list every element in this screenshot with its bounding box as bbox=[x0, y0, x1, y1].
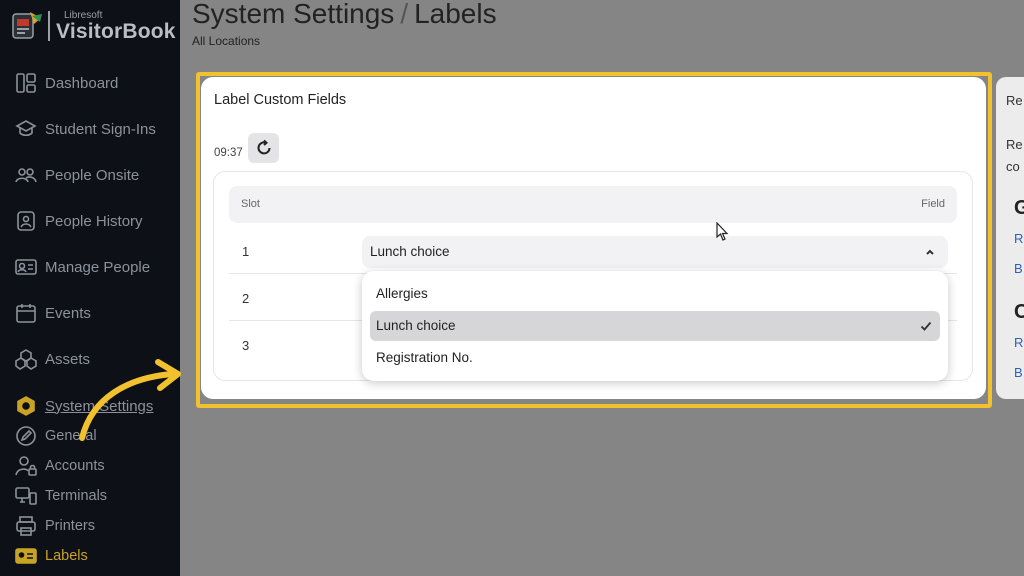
sidebar-item-label: Manage People bbox=[45, 258, 151, 276]
sidebar-item-label: Labels bbox=[45, 548, 88, 564]
right-panel-link[interactable]: R bbox=[1014, 231, 1023, 246]
sidebar-item-dashboard[interactable]: Dashboard bbox=[14, 72, 118, 94]
brand-company: Libresoft bbox=[64, 9, 103, 21]
sidebar-item-label: People Onsite bbox=[45, 166, 140, 184]
breadcrumb-labels: Labels bbox=[414, 0, 497, 29]
dashboard-icon bbox=[14, 72, 38, 94]
sidebar-item-label: People History bbox=[45, 212, 143, 230]
mouse-cursor-icon bbox=[716, 222, 729, 241]
history-icon bbox=[14, 210, 38, 232]
sidebar-item-student-sign-ins[interactable]: Student Sign-Ins bbox=[14, 118, 156, 140]
highlight-frame bbox=[196, 72, 992, 408]
id-card-icon bbox=[14, 256, 38, 278]
right-panel-heading: G bbox=[1014, 197, 1024, 219]
graduation-cap-icon bbox=[14, 118, 38, 140]
label-icon bbox=[14, 545, 38, 567]
user-lock-icon bbox=[14, 455, 38, 477]
calendar-icon bbox=[14, 302, 38, 324]
sidebar-item-terminals[interactable]: Terminals bbox=[14, 485, 107, 507]
brand-logo[interactable]: Libresoft VisitorBook bbox=[10, 6, 176, 46]
brand-divider bbox=[48, 11, 50, 41]
cubes-icon bbox=[14, 348, 38, 370]
right-panel-link[interactable]: B bbox=[1014, 261, 1023, 276]
page-title: System Settings / Labels bbox=[192, 0, 497, 30]
sidebar-item-people-onsite[interactable]: People Onsite bbox=[14, 164, 139, 186]
right-panel: Re Re co G R B C R B bbox=[996, 77, 1024, 399]
sidebar-item-label: Dashboard bbox=[45, 74, 119, 92]
sidebar-item-people-history[interactable]: People History bbox=[14, 210, 143, 232]
sidebar: Libresoft VisitorBook Dashboard Student … bbox=[0, 0, 180, 576]
sidebar-item-label: Student Sign-Ins bbox=[45, 120, 156, 138]
hexagon-icon bbox=[14, 395, 38, 417]
sidebar-item-labels[interactable]: Labels bbox=[14, 545, 88, 567]
right-panel-text: Re bbox=[1006, 137, 1023, 152]
right-panel-text: co bbox=[1006, 159, 1020, 174]
right-panel-heading: C bbox=[1014, 301, 1024, 323]
sidebar-item-accounts[interactable]: Accounts bbox=[14, 455, 105, 477]
terminal-icon bbox=[14, 485, 38, 507]
sidebar-item-events[interactable]: Events bbox=[14, 302, 91, 324]
right-panel-link[interactable]: B bbox=[1014, 365, 1023, 380]
annotation-arrow-icon bbox=[79, 359, 181, 441]
visitorbook-logo-icon bbox=[12, 12, 42, 39]
people-icon bbox=[14, 164, 38, 186]
breadcrumb-system-settings[interactable]: System Settings bbox=[192, 0, 394, 29]
sidebar-item-label: Printers bbox=[45, 518, 95, 534]
sidebar-item-label: Events bbox=[45, 304, 91, 322]
location-subtitle: All Locations bbox=[192, 34, 261, 48]
pencil-icon bbox=[14, 425, 38, 447]
brand-name: VisitorBook bbox=[56, 19, 176, 43]
sidebar-item-manage-people[interactable]: Manage People bbox=[14, 256, 150, 278]
sidebar-item-label: Terminals bbox=[45, 488, 108, 504]
sidebar-item-label: Accounts bbox=[45, 458, 105, 474]
printer-icon bbox=[14, 515, 38, 537]
sidebar-item-printers[interactable]: Printers bbox=[14, 515, 95, 537]
breadcrumb-separator: / bbox=[400, 0, 409, 29]
right-panel-text: Re bbox=[1006, 93, 1023, 108]
right-panel-link[interactable]: R bbox=[1014, 335, 1023, 350]
